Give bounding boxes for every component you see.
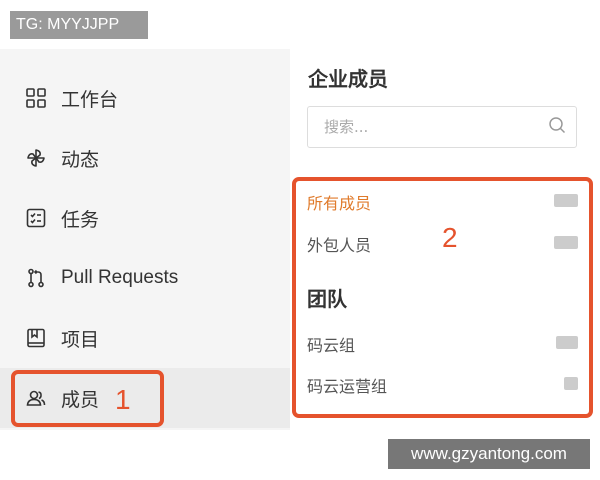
watermark-bottom: www.gzyantong.com — [388, 439, 590, 469]
book-icon — [25, 327, 47, 349]
sidebar-item-label: 任务 — [61, 208, 100, 231]
annotation-box-2 — [292, 177, 593, 418]
task-checklist-icon — [25, 207, 47, 229]
sidebar-item-pull-requests[interactable]: Pull Requests — [0, 248, 290, 308]
sidebar-item-workbench[interactable]: 工作台 — [0, 68, 290, 128]
dashboard-grid-icon — [25, 87, 47, 109]
pull-request-icon — [25, 267, 47, 289]
sidebar-item-label: 动态 — [61, 148, 100, 171]
annotation-number-1: 1 — [115, 384, 131, 415]
sidebar-item-activity[interactable]: 动态 — [0, 128, 290, 188]
watermark-top: TG: MYYJJPP — [10, 11, 148, 39]
page-title: 企业成员 — [308, 67, 388, 91]
pinwheel-icon — [25, 147, 47, 169]
search-icon[interactable] — [548, 116, 566, 138]
sidebar-item-label: 项目 — [61, 328, 100, 351]
annotation-number-2: 2 — [442, 222, 458, 253]
search-input[interactable] — [324, 118, 548, 136]
sidebar-item-tasks[interactable]: 任务 — [0, 188, 290, 248]
sidebar-item-projects[interactable]: 项目 — [0, 308, 290, 368]
sidebar-item-label: Pull Requests — [61, 267, 179, 288]
annotation-box-1 — [11, 370, 164, 427]
sidebar-item-label: 工作台 — [61, 88, 119, 111]
search-box — [307, 106, 577, 148]
